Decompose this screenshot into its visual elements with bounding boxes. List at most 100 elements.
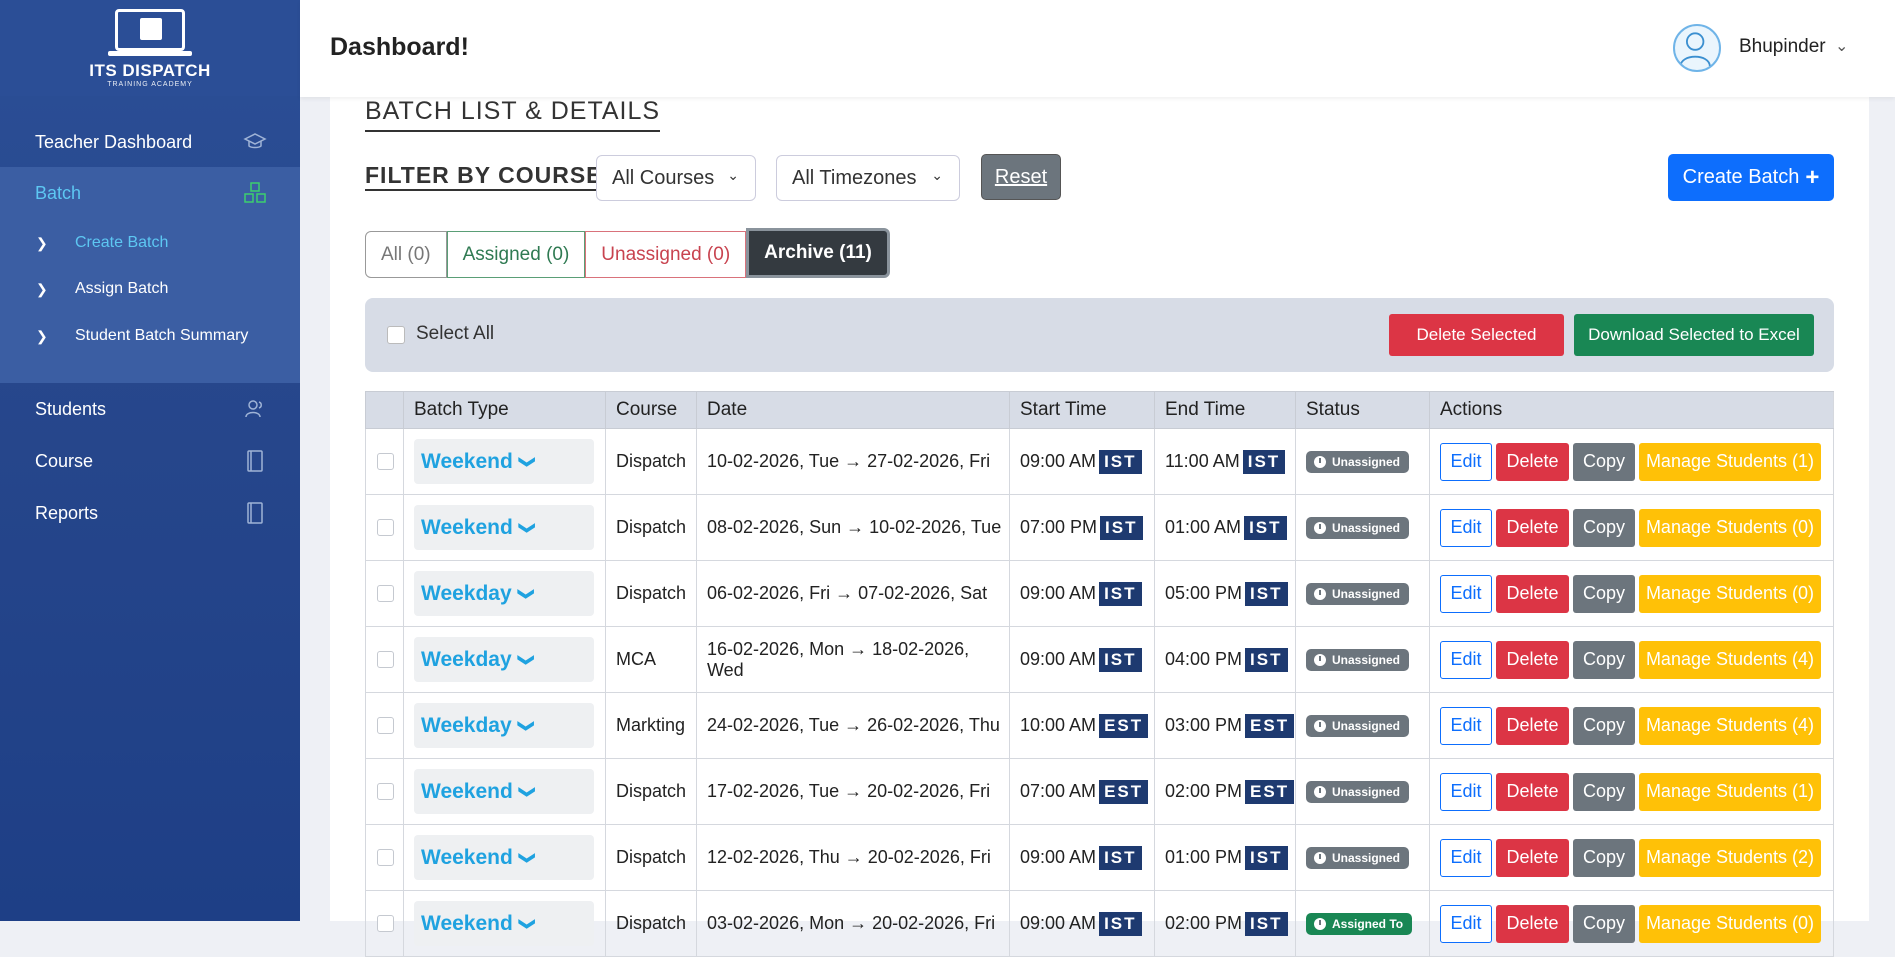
row-checkbox[interactable] (377, 453, 394, 470)
delete-selected-button[interactable]: Delete Selected (1389, 314, 1564, 356)
batch-type-dropdown[interactable]: Weekday ❯ (414, 571, 594, 616)
reset-button[interactable]: Reset (981, 154, 1061, 200)
chevron-down-icon[interactable]: ⌄ (1835, 36, 1848, 56)
start-time: 09:00 AM (1020, 649, 1097, 669)
edit-button[interactable]: Edit (1440, 772, 1492, 811)
copy-button[interactable]: Copy (1573, 574, 1635, 613)
row-checkbox-cell (365, 495, 403, 560)
status-badge: Unassigned (1306, 516, 1410, 539)
row-checkbox[interactable] (377, 849, 394, 866)
start-time: 09:00 AM (1020, 847, 1097, 867)
edit-button[interactable]: Edit (1440, 640, 1492, 679)
select-all-checkbox[interactable] (387, 326, 405, 344)
sidebar-subitem-student-batch-summary[interactable]: ❯ Student Batch Summary (0, 316, 300, 356)
sidebar-subitem-assign-batch[interactable]: ❯ Assign Batch (0, 269, 300, 309)
edit-button[interactable]: Edit (1440, 508, 1492, 547)
tab-unassigned[interactable]: Unassigned (0) (585, 231, 747, 278)
avatar[interactable] (1673, 24, 1721, 72)
manage-students-button[interactable]: Manage Students (4) (1639, 640, 1821, 679)
header-actions: Actions (1429, 392, 1834, 428)
row-checkbox[interactable] (377, 651, 394, 668)
batch-type-dropdown[interactable]: Weekday ❯ (414, 637, 594, 682)
copy-button[interactable]: Copy (1573, 442, 1635, 481)
row-checkbox[interactable] (377, 717, 394, 734)
manage-students-button[interactable]: Manage Students (0) (1639, 904, 1821, 943)
batch-type-dropdown[interactable]: Weekday ❯ (414, 703, 594, 748)
delete-button[interactable]: Delete (1496, 706, 1569, 745)
status-text: Unassigned (1332, 586, 1401, 601)
tab-assigned[interactable]: Assigned (0) (446, 231, 586, 278)
delete-button[interactable]: Delete (1496, 838, 1569, 877)
start-time-cell: 09:00 AM IST (1009, 627, 1154, 692)
brand-logo[interactable]: ITS DISPATCH TRAINING ACADEMY (0, 0, 300, 96)
table-body: Weekend ❯ Dispatch 10-02-2026, Tue → 27-02-… (365, 429, 1834, 957)
copy-button[interactable]: Copy (1573, 706, 1635, 745)
sidebar-item-teacher-dashboard[interactable]: Teacher Dashboard (0, 119, 300, 165)
row-checkbox[interactable] (377, 585, 394, 602)
header-date: Date (696, 392, 1009, 428)
download-selected-button[interactable]: Download Selected to Excel (1574, 314, 1814, 356)
chevron-down-icon: ⌄ (931, 167, 943, 183)
manage-students-button[interactable]: Manage Students (2) (1639, 838, 1821, 877)
timezone-badge: IST (1245, 845, 1288, 870)
sidebar-subitem-label: Student Batch Summary (75, 327, 249, 344)
manage-students-button[interactable]: Manage Students (4) (1639, 706, 1821, 745)
row-checkbox[interactable] (377, 783, 394, 800)
tab-all[interactable]: All (0) (365, 231, 447, 278)
plus-icon: + (1805, 163, 1820, 191)
main-card: BATCH LIST & DETAILS FILTER BY COURSE: A… (330, 97, 1869, 957)
tab-archive[interactable]: Archive (11) (746, 228, 890, 278)
filter-label: FILTER BY COURSE: (365, 162, 612, 191)
sidebar-subitem-create-batch[interactable]: ❯ Create Batch (0, 223, 300, 263)
timezone-badge: IST (1100, 515, 1143, 540)
sidebar-item-course[interactable]: Course (0, 438, 300, 484)
create-batch-button[interactable]: Create Batch + (1668, 154, 1834, 201)
timezone-badge: EST (1245, 713, 1295, 738)
copy-button[interactable]: Copy (1573, 640, 1635, 679)
end-time-cell: 05:00 PM IST (1154, 561, 1295, 626)
batch-type-value: Weekday (421, 713, 512, 737)
sidebar-subitem-label: Assign Batch (75, 280, 169, 297)
course-select[interactable]: All Courses ⌄ (596, 155, 756, 201)
sidebar-item-batch[interactable]: Batch (0, 170, 300, 216)
delete-button[interactable]: Delete (1496, 772, 1569, 811)
edit-button[interactable]: Edit (1440, 706, 1492, 745)
copy-button[interactable]: Copy (1573, 838, 1635, 877)
batch-type-value: Weekday (421, 581, 512, 605)
manage-students-button[interactable]: Manage Students (0) (1639, 574, 1821, 613)
manage-students-button[interactable]: Manage Students (1) (1639, 772, 1821, 811)
batch-type-dropdown[interactable]: Weekend ❯ (414, 901, 594, 946)
copy-button[interactable]: Copy (1573, 772, 1635, 811)
delete-button[interactable]: Delete (1496, 574, 1569, 613)
start-time-cell: 09:00 AM IST (1009, 429, 1154, 494)
delete-button[interactable]: Delete (1496, 508, 1569, 547)
sidebar-item-students[interactable]: Students (0, 386, 300, 432)
copy-button[interactable]: Copy (1573, 904, 1635, 943)
edit-button[interactable]: Edit (1440, 442, 1492, 481)
row-checkbox[interactable] (377, 519, 394, 536)
status-badge: Unassigned (1306, 648, 1410, 671)
brand-title: ITS DISPATCH (89, 60, 211, 80)
edit-button[interactable]: Edit (1440, 574, 1492, 613)
edit-button[interactable]: Edit (1440, 838, 1492, 877)
manage-students-button[interactable]: Manage Students (0) (1639, 508, 1821, 547)
batch-type-dropdown[interactable]: Weekend ❯ (414, 835, 594, 880)
row-checkbox[interactable] (377, 915, 394, 932)
batch-type-dropdown[interactable]: Weekend ❯ (414, 439, 594, 484)
batch-type-cell: Weekend ❯ (403, 891, 605, 956)
edit-button[interactable]: Edit (1440, 904, 1492, 943)
batch-type-dropdown[interactable]: Weekend ❯ (414, 769, 594, 814)
delete-button[interactable]: Delete (1496, 442, 1569, 481)
status-badge: Unassigned (1306, 780, 1410, 803)
copy-button[interactable]: Copy (1573, 508, 1635, 547)
start-time-cell: 09:00 AM IST (1009, 891, 1154, 956)
manage-students-button[interactable]: Manage Students (1) (1639, 442, 1821, 481)
date-cell: 24-02-2026, Tue → 26-02-2026, Thu (696, 693, 1009, 758)
delete-button[interactable]: Delete (1496, 904, 1569, 943)
sidebar-item-reports[interactable]: Reports (0, 490, 300, 536)
user-name[interactable]: Bhupinder (1739, 36, 1826, 58)
batch-type-dropdown[interactable]: Weekend ❯ (414, 505, 594, 550)
chevron-right-icon: ❯ (36, 328, 48, 344)
delete-button[interactable]: Delete (1496, 640, 1569, 679)
timezone-select[interactable]: All Timezones ⌄ (776, 155, 960, 201)
